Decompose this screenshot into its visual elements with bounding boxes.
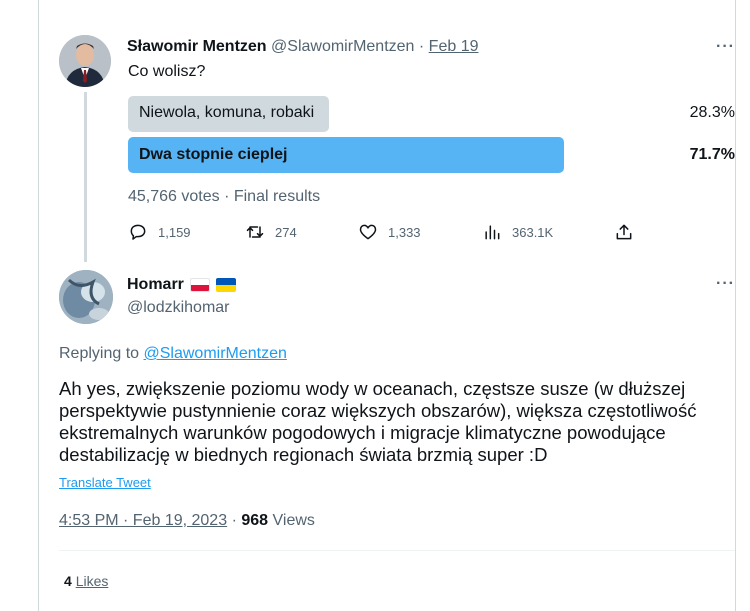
reply-more-options-icon[interactable]: ··· — [716, 275, 735, 293]
retweet-button[interactable]: 274 — [245, 222, 297, 242]
retweet-count: 274 — [275, 224, 297, 240]
reply-author-name[interactable]: Homarr — [127, 276, 184, 294]
replying-to: Replying to @SlawomirMentzen — [59, 345, 287, 363]
more-options-icon[interactable]: ··· — [716, 38, 735, 56]
author-name[interactable]: Sławomir Mentzen — [127, 38, 267, 55]
analytics-icon — [485, 225, 500, 240]
likes-link[interactable]: 4 Likes — [64, 573, 108, 589]
retweet-icon — [246, 226, 264, 238]
ukraine-flag-icon — [215, 278, 236, 292]
tweet-timestamp-row: 4:53 PM · Feb 19, 2023 · 968 Views — [59, 512, 315, 530]
reply-likes-count: 4 — [64, 573, 72, 589]
reply-tweet-text: Ah yes, zwiększenie poziomu wody w ocean… — [59, 378, 697, 465]
timestamp-separator: · — [231, 512, 237, 529]
tweet-timestamp-link[interactable]: 4:53 PM · Feb 19, 2023 — [59, 512, 227, 529]
poland-flag-icon — [189, 278, 210, 292]
views-button[interactable]: 363.1K — [482, 222, 553, 242]
avatar[interactable] — [59, 35, 111, 87]
heart-icon — [359, 224, 377, 240]
frame-border-left — [38, 0, 39, 611]
tweet-text: Co wolisz? — [128, 63, 206, 80]
reply-views-label: Views — [272, 512, 315, 529]
poll-option-2-percent: 71.7% — [689, 146, 735, 163]
reply-icon — [130, 224, 146, 240]
views-count: 363.1K — [512, 224, 554, 240]
share-button[interactable] — [614, 222, 644, 242]
reply-author-handle[interactable]: @lodzkihomar — [127, 299, 230, 317]
reply-count: 1,159 — [158, 224, 191, 240]
avatar-photo-mentzen — [59, 35, 111, 87]
reply-likes-label: Likes — [75, 573, 109, 589]
thread-connector-line — [84, 92, 87, 262]
author-handle[interactable]: @SlawomirMentzen — [271, 38, 414, 55]
header-separator: · — [418, 38, 425, 55]
poll-option-1-label: Niewola, komuna, robaki — [139, 104, 315, 121]
tweet-header: Sławomir Mentzen @SlawomirMentzen · Feb … — [127, 38, 478, 56]
reply-avatar[interactable] — [59, 270, 113, 324]
like-button[interactable]: 1,333 — [358, 222, 421, 242]
translate-tweet-link[interactable]: Translate Tweet — [59, 475, 151, 490]
divider — [59, 550, 735, 551]
frame-border-right — [735, 0, 736, 611]
avatar-photo-homarr — [59, 270, 113, 324]
reply-button[interactable]: 1,159 — [128, 222, 191, 242]
reply-author-name-row: Homarr — [127, 276, 236, 294]
tweet-date-link[interactable]: Feb 19 — [429, 38, 479, 55]
reply-views-count: 968 — [241, 512, 269, 529]
like-count: 1,333 — [388, 224, 421, 240]
replying-to-label: Replying to — [59, 345, 140, 362]
poll-option-1-percent: 28.3% — [689, 104, 735, 121]
share-icon — [616, 224, 632, 240]
replying-to-mention-link[interactable]: @SlawomirMentzen — [144, 345, 287, 362]
poll-option-2-label: Dwa stopnie cieplej — [139, 146, 288, 163]
poll-results-meta: 45,766 votes · Final results — [128, 188, 321, 205]
